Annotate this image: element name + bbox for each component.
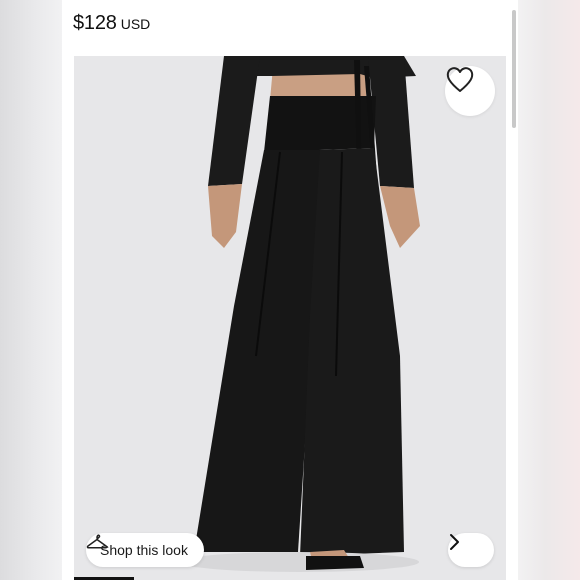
chevron-right-icon	[450, 534, 459, 550]
favorite-button[interactable]	[445, 66, 495, 116]
currency-label: USD	[120, 16, 151, 32]
product-photo[interactable]: Shop this look	[74, 56, 506, 580]
shop-this-look-label: Shop this look	[100, 542, 188, 558]
shop-this-look-button[interactable]: Shop this look	[86, 533, 204, 567]
next-photo-button[interactable]	[448, 533, 494, 567]
model-illustration	[179, 56, 420, 572]
hanger-icon	[86, 534, 108, 549]
listing-panel: $128 USD Shop this look	[62, 0, 518, 580]
scrollbar[interactable]	[512, 10, 516, 128]
price-row: $128 USD	[73, 12, 150, 36]
price: $128	[73, 12, 117, 34]
heart-icon	[446, 67, 474, 92]
